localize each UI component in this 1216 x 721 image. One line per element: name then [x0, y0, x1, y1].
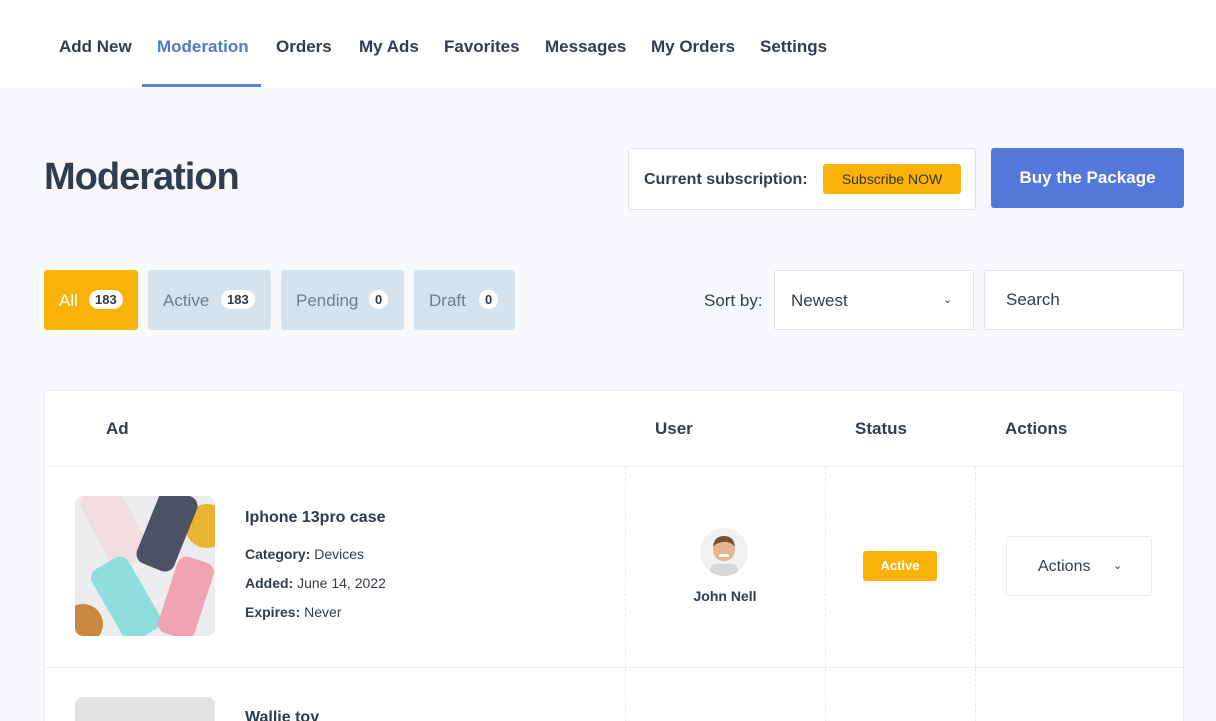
filter-label: Active [163, 291, 210, 310]
column-header-actions: Actions [1005, 419, 1068, 438]
column-header-status: Status [855, 419, 907, 438]
nav-item-messages[interactable]: Messages [545, 37, 626, 57]
filter-label: Draft [429, 291, 466, 310]
filter-all[interactable]: All 183 [44, 270, 138, 330]
filter-pending[interactable]: Pending 0 [281, 270, 404, 330]
filter-count-badge: 183 [89, 290, 123, 309]
ad-category: Category: Devices [245, 546, 364, 562]
filter-count-badge: 183 [221, 290, 255, 309]
nav-item-favorites[interactable]: Favorites [444, 37, 520, 57]
sort-label: Sort by: [704, 291, 763, 310]
chevron-down-icon: ⌄ [943, 294, 953, 306]
header-divider [45, 466, 1183, 467]
expires-label: Expires: [245, 604, 301, 620]
nav-active-indicator [142, 84, 261, 87]
nav-item-settings[interactable]: Settings [760, 37, 827, 57]
subscription-label: Current subscription: [644, 171, 808, 188]
filter-count-badge: 0 [479, 290, 499, 309]
subscription-panel: Current subscription: Subscribe NOW [628, 148, 976, 210]
column-divider [975, 467, 976, 721]
filter-label: All [59, 291, 78, 310]
ad-thumbnail[interactable] [75, 697, 215, 721]
filter-count-badge: 0 [369, 290, 389, 309]
ad-expires: Expires: Never [245, 604, 342, 620]
chevron-down-icon: ⌄ [1113, 560, 1123, 572]
avatar[interactable] [700, 528, 748, 576]
column-header-user: User [655, 419, 693, 438]
added-label: Added: [245, 575, 294, 591]
search-input[interactable] [986, 272, 1182, 328]
subscribe-now-button[interactable]: Subscribe NOW [823, 164, 961, 194]
category-label: Category: [245, 546, 311, 562]
filter-draft[interactable]: Draft 0 [414, 270, 515, 330]
added-value: June 14, 2022 [297, 575, 386, 591]
filter-label: Pending [296, 291, 359, 310]
sort-select[interactable]: Newest ⌄ [774, 270, 974, 330]
search-field[interactable] [984, 270, 1184, 330]
column-divider [825, 467, 826, 721]
ad-title[interactable]: Wallie toy [245, 709, 319, 721]
ad-title[interactable]: Iphone 13pro case [245, 509, 386, 527]
column-header-ad: Ad [106, 419, 129, 438]
user-name[interactable]: John Nell [625, 588, 825, 604]
expires-value: Never [304, 604, 342, 620]
ad-added-date: Added: June 14, 2022 [245, 575, 386, 591]
nav-item-add-new[interactable]: Add New [59, 37, 132, 57]
page-title: Moderation [44, 156, 240, 198]
top-navigation: Add New Moderation Orders My Ads Favorit… [0, 0, 1216, 88]
actions-dropdown[interactable]: Actions ⌄ [1006, 536, 1152, 596]
sort-value: Newest [791, 291, 848, 310]
status-badge: Active [863, 551, 937, 581]
buy-package-button[interactable]: Buy the Package [991, 148, 1184, 208]
nav-item-orders[interactable]: Orders [276, 37, 332, 57]
row-divider [45, 667, 1183, 668]
nav-item-my-ads[interactable]: My Ads [359, 37, 419, 57]
category-value: Devices [314, 546, 365, 562]
ads-table: Ad User Status Actions Iphone 13pro case… [44, 390, 1184, 721]
nav-item-moderation[interactable]: Moderation [157, 37, 249, 57]
nav-item-my-orders[interactable]: My Orders [651, 37, 735, 57]
filter-active[interactable]: Active 183 [148, 270, 271, 330]
actions-label: Actions [1038, 558, 1091, 575]
ad-thumbnail[interactable] [75, 496, 215, 636]
